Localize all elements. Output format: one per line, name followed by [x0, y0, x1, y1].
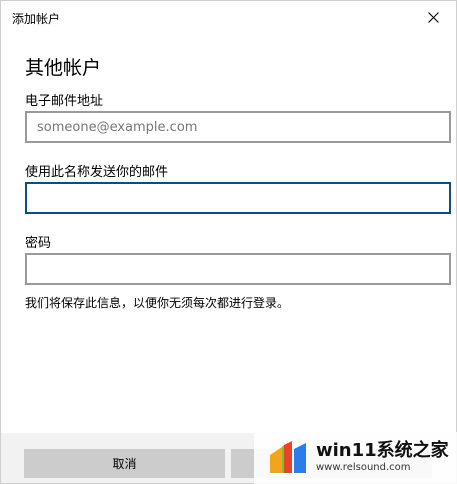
- display-name-label: 使用此名称发送你的邮件: [25, 165, 169, 180]
- watermark: win11系统之家 www.relsound.com: [254, 432, 457, 484]
- page-heading: 其他帐户: [25, 57, 102, 79]
- password-label: 密码: [25, 236, 52, 251]
- close-icon: [427, 11, 439, 23]
- email-field[interactable]: [25, 111, 451, 143]
- email-label: 电子邮件地址: [25, 94, 104, 109]
- watermark-url: www.relsound.com: [316, 462, 411, 473]
- add-account-dialog: 添加帐户 其他帐户 电子邮件地址 使用此名称发送你的邮件 密码 我们将保存此信息…: [0, 0, 457, 484]
- watermark-title: win11系统之家: [316, 440, 449, 461]
- title-bar: 添加帐户: [1, 1, 456, 35]
- window-title: 添加帐户: [12, 12, 61, 26]
- close-button[interactable]: [410, 1, 456, 33]
- display-name-field[interactable]: [25, 182, 451, 214]
- password-field[interactable]: [25, 253, 451, 285]
- cancel-button[interactable]: 取消: [24, 449, 225, 478]
- info-note: 我们将保存此信息，以便你无须每次都进行登录。: [25, 296, 290, 310]
- windows-logo-icon: [270, 441, 306, 473]
